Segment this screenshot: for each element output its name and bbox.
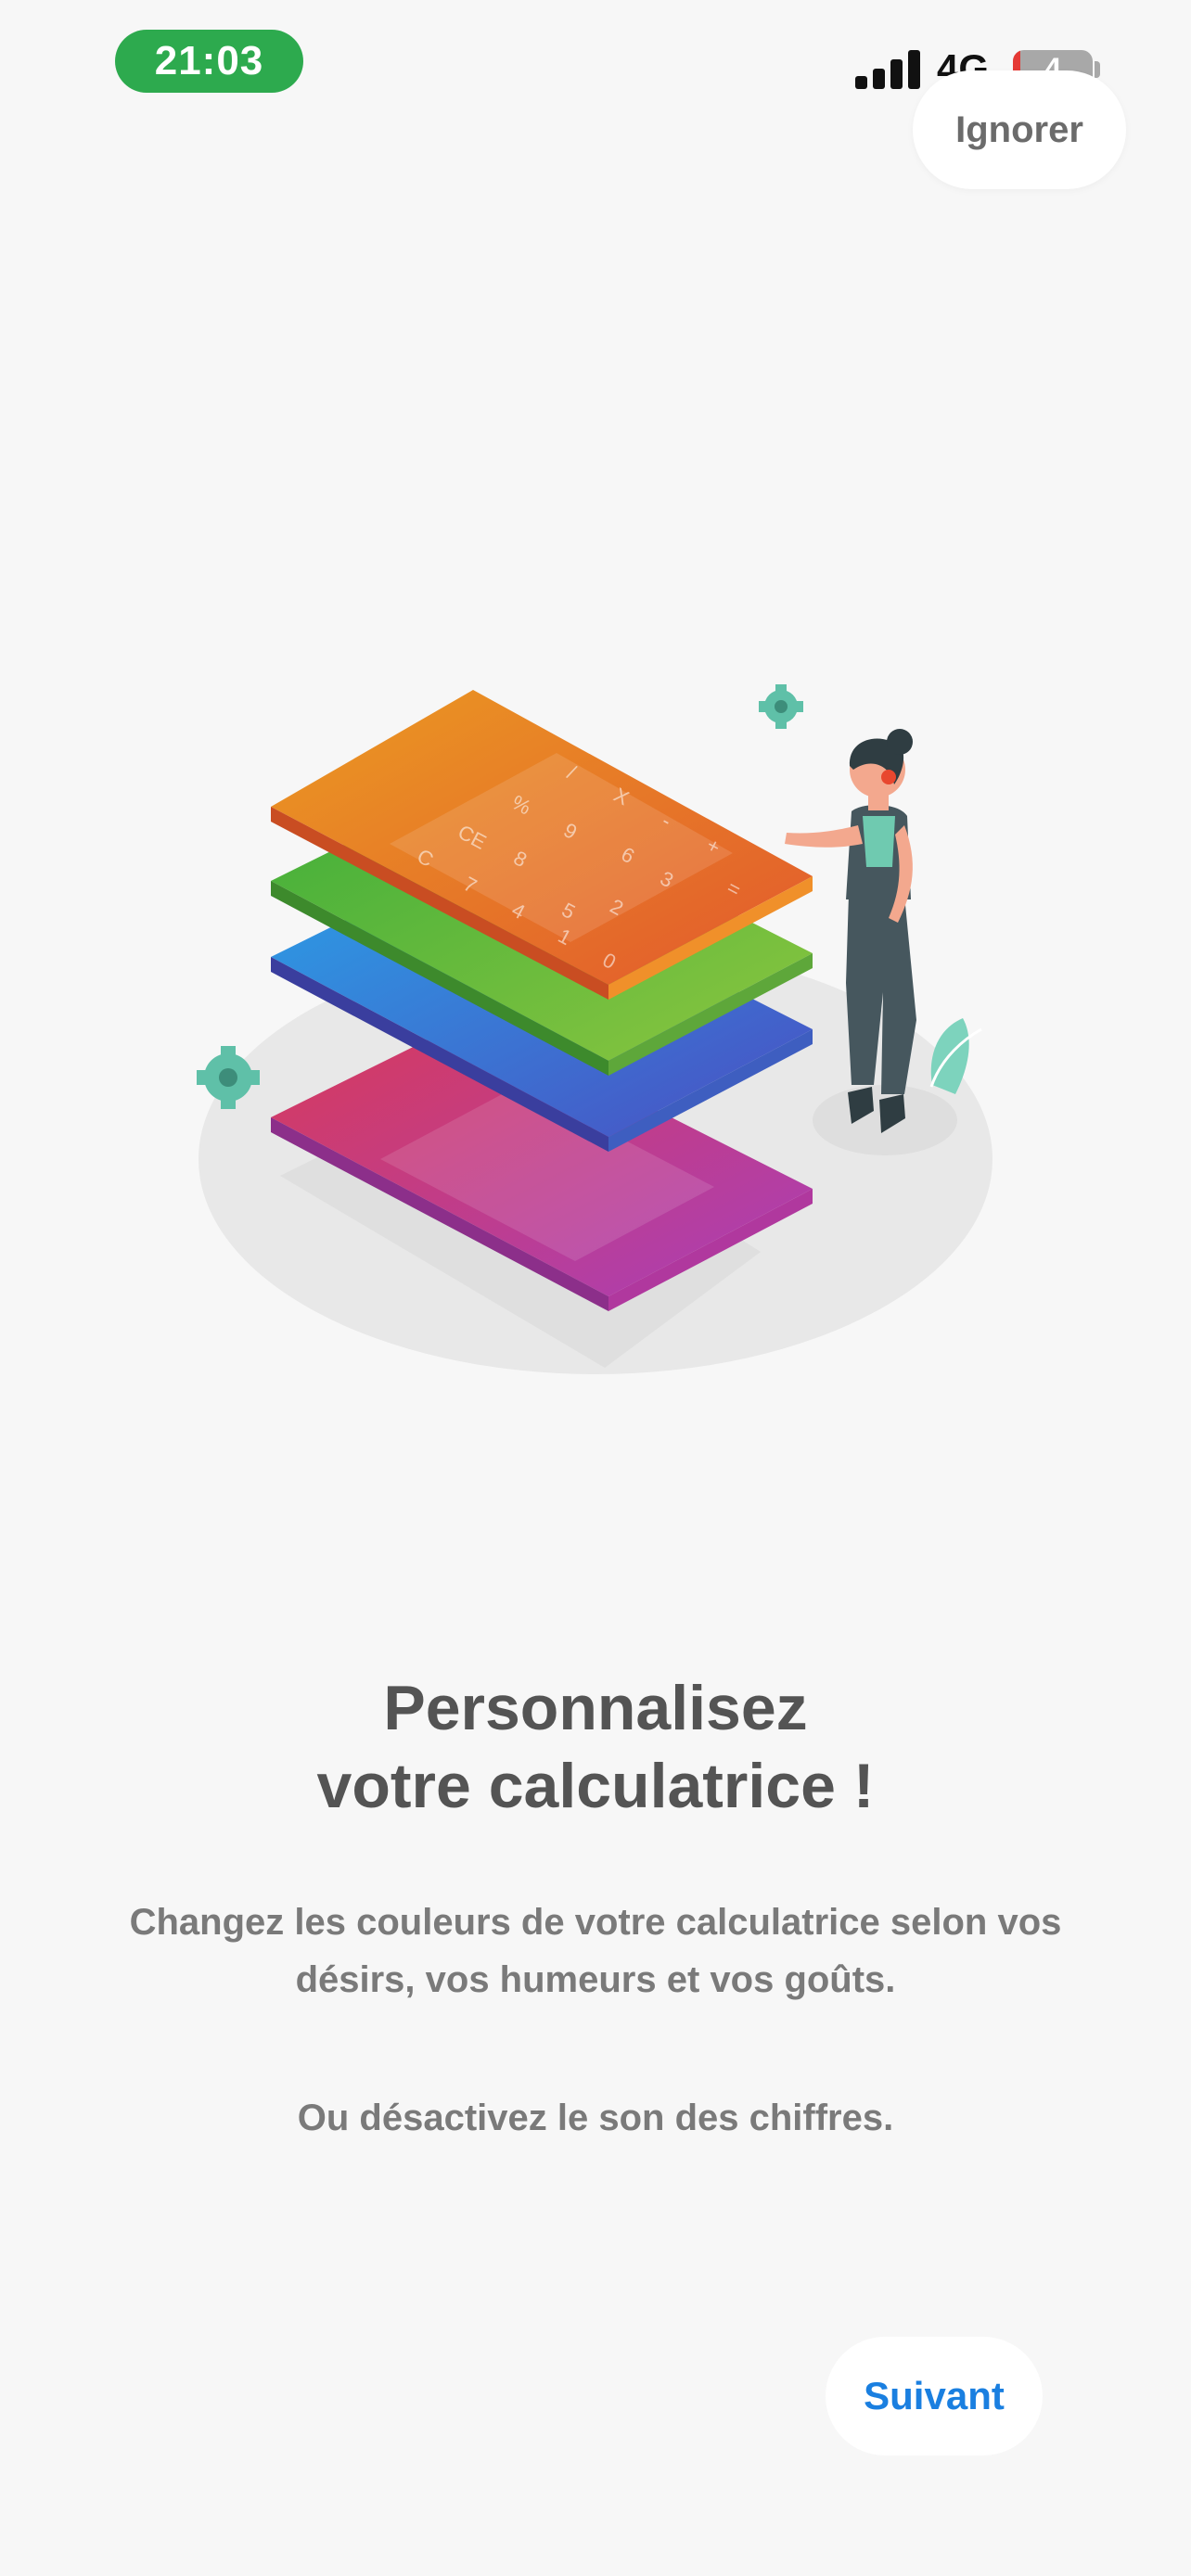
skip-button[interactable]: Ignorer bbox=[913, 70, 1126, 189]
onboarding-title-line1: Personnalisez bbox=[383, 1673, 808, 1743]
next-button[interactable]: Suivant bbox=[826, 2337, 1043, 2455]
onboarding-title: Personnalisez votre calculatrice ! bbox=[0, 1669, 1191, 1825]
status-time: 21:03 bbox=[115, 30, 303, 93]
calculator-themes-illustration: C CE % / X - + 7 8 9 6 3 = 5 2 4 1 0 bbox=[197, 684, 992, 1374]
onboarding-sound-note: Ou désactivez le son des chiffres. bbox=[297, 2098, 894, 2138]
onboarding-description: Changez les couleurs de votre calculatri… bbox=[129, 1902, 1062, 2000]
battery-cap bbox=[1095, 61, 1100, 78]
onboarding-title-line2: votre calculatrice ! bbox=[316, 1751, 875, 1821]
cellular-signal-icon bbox=[855, 48, 920, 89]
gear-icon-top bbox=[759, 684, 803, 729]
